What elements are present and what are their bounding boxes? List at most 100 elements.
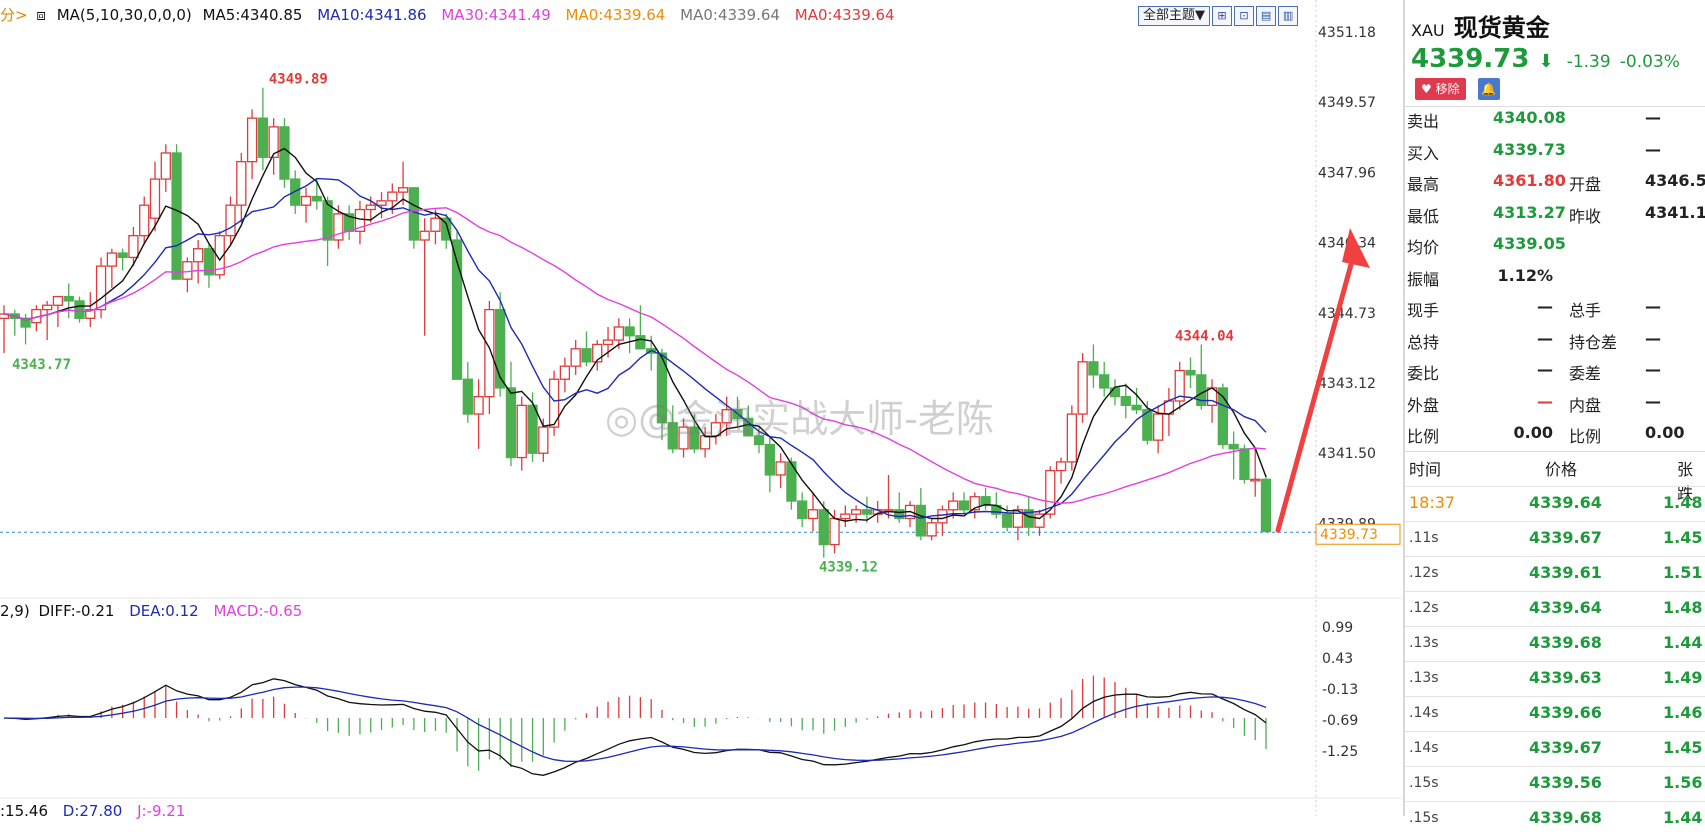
quote-value-2: 4341.12	[1645, 202, 1705, 222]
symbol-code: XAU	[1411, 21, 1445, 40]
period-tab[interactable]: 分>	[0, 6, 28, 24]
quote-row: 比例 0.00 比例 0.00	[1405, 423, 1705, 453]
candle-up	[473, 395, 484, 415]
last-price: 4339.73	[1411, 44, 1530, 74]
candle-up	[807, 509, 819, 520]
bell-icon[interactable]: 🔔	[1477, 78, 1500, 100]
remove-button[interactable]: ♥ 移除	[1415, 78, 1466, 100]
macd-tick-label: 0.99	[1322, 620, 1353, 636]
tick-row[interactable]: 18:37 4339.64 1.48⬇	[1405, 486, 1705, 521]
macd-legend: 2,9) DIFF:-0.21 DEA:0.12 MACD:-0.65	[0, 602, 302, 620]
tick-row[interactable]: .12s 4339.64 1.48⬇	[1405, 591, 1705, 626]
quote-value-2: —	[1645, 108, 1661, 127]
tick-row[interactable]: .14s 4339.67 1.45⬇	[1405, 731, 1705, 766]
grid-icon[interactable]: ⊞	[1212, 6, 1233, 26]
tick-time: .13s	[1409, 670, 1439, 686]
annotation-low: 4339.12	[819, 560, 878, 576]
candle-up	[430, 217, 441, 232]
chart-icon[interactable]: ▤	[1256, 6, 1277, 26]
ma5-value: MA5:4340.85	[202, 6, 303, 24]
candle-up	[236, 161, 247, 206]
tick-change: 1.45⬇	[1663, 528, 1705, 547]
divider	[1405, 451, 1705, 452]
candle-up	[225, 204, 236, 237]
quote-value: 0.00	[1513, 423, 1553, 442]
chart-add-icon[interactable]: ▥	[1278, 6, 1299, 26]
candle-up	[1250, 478, 1261, 482]
macd-params: 2,9)	[0, 602, 30, 620]
chart-area[interactable]: 4351.184349.574347.964346.344344.734343.…	[0, 0, 1402, 820]
candle-up	[829, 517, 840, 546]
ticks-header-price: 价格	[1545, 460, 1578, 479]
tick-row[interactable]: .12s 4339.61 1.51⬇	[1405, 556, 1705, 591]
price-tick-label: 4343.12	[1318, 376, 1376, 392]
candle-down	[117, 252, 128, 259]
quote-row: 总持 — 持仓差 —	[1405, 329, 1705, 359]
candle-up	[41, 304, 53, 311]
annotation-left-low: 4343.77	[12, 357, 71, 373]
tick-price: 4339.67	[1529, 738, 1602, 757]
divider	[1405, 106, 1705, 107]
tick-price: 4339.68	[1529, 633, 1602, 652]
tick-price: 4339.56	[1529, 773, 1602, 792]
theme-dropdown[interactable]: 全部主题▼	[1138, 6, 1211, 26]
quote-value: 4313.27	[1493, 202, 1566, 222]
candle-down	[63, 295, 74, 302]
candle-up	[559, 365, 571, 380]
arrow-down-icon: ⬇	[1538, 51, 1554, 72]
candle-up	[128, 234, 139, 259]
ma10-line	[3, 177, 1267, 519]
tick-row[interactable]: .13s 4339.63 1.49⬇	[1405, 661, 1705, 696]
grid-add-icon[interactable]: ⊡	[1234, 6, 1255, 26]
quote-label: 现手	[1407, 301, 1440, 320]
candle-down	[581, 348, 592, 363]
tick-time: .13s	[1409, 635, 1439, 651]
quote-value: —	[1537, 391, 1553, 411]
candle-up	[160, 152, 171, 180]
macd-tick-label: 0.43	[1322, 651, 1353, 667]
quote-label: 委比	[1407, 364, 1440, 383]
quote-label: 最高	[1407, 175, 1440, 194]
candle-up	[570, 348, 581, 367]
quote-row: 外盘 — 内盘 —	[1405, 392, 1705, 422]
candle-down	[1088, 361, 1099, 376]
ma5-line	[3, 147, 1267, 522]
ma-indicator-icon[interactable]: ⧈	[36, 6, 46, 24]
quote-row: 振幅 1.12%	[1405, 266, 1705, 296]
tick-row[interactable]: .15s 4339.56 1.56⬇	[1405, 766, 1705, 801]
candle-down	[635, 335, 646, 350]
candle-up	[397, 187, 409, 193]
tick-row[interactable]: .11s 4339.67 1.45⬇	[1405, 521, 1705, 556]
quote-label-2: 昨收	[1569, 206, 1602, 226]
chevron-down-icon: ▼	[1195, 8, 1206, 23]
quote-row: 均价 4339.05	[1405, 234, 1705, 264]
candle-up	[1066, 413, 1077, 463]
tick-row[interactable]: .13s 4339.68 1.44⬇	[1405, 626, 1705, 661]
remove-label: 移除	[1435, 82, 1460, 96]
candle-down	[527, 404, 538, 454]
ma0-value-a: MA0:4339.64	[565, 6, 666, 24]
quote-row: 买入 4339.73 —	[1405, 140, 1705, 170]
tick-change: 1.45⬇	[1663, 738, 1705, 757]
price-tick-label: 4341.50	[1318, 446, 1376, 462]
candle-up	[95, 265, 107, 311]
ticks-header-time: 时间	[1409, 460, 1442, 479]
tick-row[interactable]: .14s 4339.66 1.46⬇	[1405, 696, 1705, 731]
tick-price: 4339.61	[1529, 563, 1602, 582]
quote-label: 买入	[1407, 143, 1440, 163]
quote-value-2: 0.00	[1645, 423, 1685, 442]
candle-up	[948, 500, 959, 511]
candle-up	[926, 522, 937, 537]
ma-legend: 分> ⧈ MA(5,10,30,0,0,0) MA5:4340.85 MA10:…	[0, 4, 905, 26]
candle-down	[797, 500, 808, 520]
quote-value-2: —	[1645, 139, 1661, 159]
quote-row: 委比 — 委差 —	[1405, 360, 1705, 390]
quote-value-2: —	[1645, 391, 1661, 411]
quote-row: 最低 4313.27昨收 4341.12	[1405, 203, 1705, 233]
quote-value: —	[1537, 328, 1553, 348]
macd-dea-line	[3, 686, 1267, 763]
macd-tick-label: -1.25	[1322, 744, 1358, 760]
quote-panel: XAU 现货黄金 4339.73 ⬇ -1.39 -0.03% ♥ 移除 🔔 卖…	[1403, 0, 1705, 827]
tick-row[interactable]: .15s 4339.68 1.44⬇	[1405, 801, 1705, 836]
candle-down	[74, 300, 85, 319]
